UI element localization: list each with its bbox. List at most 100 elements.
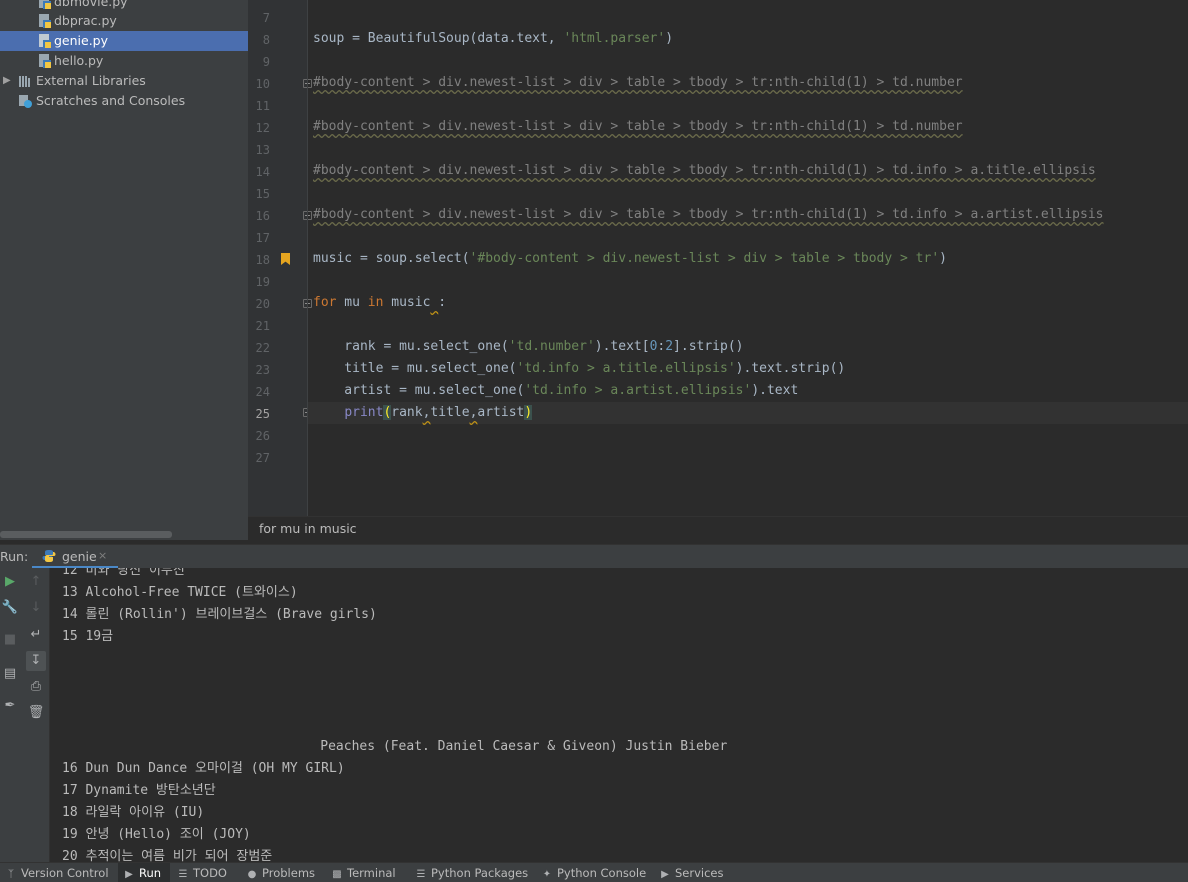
tab-label: Python Console	[557, 866, 647, 880]
tree-item-hello[interactable]: hello.py	[0, 51, 248, 71]
gutter-separator	[307, 0, 308, 516]
code-line-20[interactable]: for mu in music :	[313, 292, 446, 314]
code-token: )	[939, 251, 947, 266]
code-token: rank = mu.select_one(	[313, 339, 509, 354]
tree-item-label: dbprac.py	[54, 13, 117, 28]
code-token: music	[383, 295, 431, 310]
python-file-icon	[39, 0, 51, 9]
line-number: 18	[255, 253, 270, 267]
line-number: 14	[255, 165, 270, 179]
arrow-up-icon[interactable]: ↑	[26, 572, 46, 592]
python-file-icon	[39, 54, 51, 68]
tree-item-genie[interactable]: genie.py	[0, 31, 248, 51]
python-file-icon	[39, 34, 51, 48]
code-token: ).text[	[594, 339, 650, 354]
comment-token: #body-content > div.newest-list > div > …	[313, 207, 1104, 222]
code-line-12[interactable]: #body-content > div.newest-list > div > …	[313, 116, 963, 138]
print-icon[interactable]: ⎙	[26, 677, 46, 697]
code-line-18[interactable]: music = soup.select('#body-content > div…	[313, 248, 947, 270]
line-number: 10	[255, 77, 270, 91]
output-line: 12 비와 당신 이무진	[62, 568, 185, 578]
code-token: :	[438, 295, 447, 310]
line-number: 12	[255, 121, 270, 135]
layout-icon[interactable]: ▤	[0, 664, 20, 684]
rerun-icon[interactable]: ▶	[0, 572, 20, 592]
line-number: 26	[255, 429, 270, 443]
tab-services[interactable]: ▶ Services	[658, 863, 728, 882]
stop-icon[interactable]: ■	[0, 630, 20, 650]
code-line-16[interactable]: #body-content > div.newest-list > div > …	[313, 204, 1104, 226]
run-tab-genie[interactable]: genie ×	[32, 545, 118, 569]
tab-terminal[interactable]: ▩ Terminal	[330, 863, 406, 882]
horizontal-scrollbar[interactable]	[0, 531, 172, 538]
code-line-22[interactable]: rank = mu.select_one('td.number').text[0…	[313, 336, 744, 358]
tab-label: Version Control	[21, 866, 109, 880]
code-token: ].strip()	[673, 339, 744, 354]
line-number: 17	[255, 231, 270, 245]
code-line-25[interactable]: print(rank,title,artist)	[313, 402, 533, 424]
tree-item-label: External Libraries	[36, 73, 146, 88]
tab-label: Services	[675, 866, 724, 880]
trash-icon[interactable]: 🗑	[26, 703, 46, 723]
code-line-14[interactable]: #body-content > div.newest-list > div > …	[313, 160, 1096, 182]
services-icon: ▶	[661, 869, 669, 880]
line-number-gutter: 7 8 9 10 11 12 13 14 15 16 17 18 19 20 2…	[248, 0, 312, 516]
pin-icon[interactable]: ✒	[0, 696, 20, 716]
keyword-token: in	[367, 295, 384, 310]
output-line: 14 롤린 (Rollin') 브레이브걸스 (Brave girls)	[62, 607, 377, 622]
code-token: music = soup.select(	[313, 251, 470, 266]
tree-item-external-libraries[interactable]: ▶ External Libraries	[0, 71, 248, 91]
bookmark-icon[interactable]	[281, 253, 290, 265]
chevron-right-icon[interactable]: ▶	[3, 71, 11, 91]
code-line-8[interactable]: soup = BeautifulSoup(data.text, 'html.pa…	[313, 28, 673, 50]
tab-problems[interactable]: ● Problems	[245, 863, 321, 882]
line-number: 21	[255, 319, 270, 333]
line-number: 16	[255, 209, 270, 223]
line-number: 20	[255, 297, 270, 311]
output-line: 16 Dun Dun Dance 오마이걸 (OH MY GIRL)	[62, 761, 345, 776]
tree-item-label: genie.py	[54, 33, 109, 48]
code-line-23[interactable]: title = mu.select_one('td.info > a.title…	[313, 358, 845, 380]
code-token: artist	[477, 405, 525, 420]
comment-token: #body-content > div.newest-list > div > …	[313, 75, 963, 90]
soft-wrap-icon[interactable]: ↵	[26, 625, 46, 645]
line-number: 24	[255, 385, 270, 399]
arrow-down-icon[interactable]: ↓	[26, 598, 46, 618]
packages-icon: ☰	[416, 869, 426, 880]
builtin-token: print	[344, 405, 384, 420]
code-token: title	[430, 405, 470, 420]
close-icon[interactable]: ×	[98, 549, 107, 562]
string-token: 'td.info > a.artist.ellipsis'	[524, 383, 752, 398]
output-line: 15 19금	[62, 629, 114, 644]
terminal-icon: ▩	[332, 869, 342, 880]
tab-version-control[interactable]: ᛉ Version Control	[4, 863, 114, 882]
scroll-to-end-icon[interactable]: ↧	[26, 651, 46, 671]
output-line: 13 Alcohol-Free TWICE (트와이스)	[62, 585, 298, 600]
tool-window-bar: ᛉ Version Control ▶ Run ☰ TODO ● Problems ▩ T…	[0, 862, 1188, 882]
python-file-icon	[39, 14, 51, 28]
tab-label: Run	[139, 866, 162, 880]
wrench-icon[interactable]: 🔧	[0, 598, 20, 618]
tab-python-packages[interactable]: ☰ Python Packages	[414, 863, 530, 882]
breadcrumb[interactable]: for mu in music	[259, 521, 357, 536]
number-token: 2	[665, 339, 674, 354]
run-icon: ▶	[125, 869, 133, 880]
run-toolbar: ▶ ↑ 🔧 ↓ ■ ↵ ▤ ↧ ⎙ ✒ 🗑	[0, 568, 50, 862]
output-line: 19 안녕 (Hello) 조이 (JOY)	[62, 827, 251, 842]
line-number: 8	[262, 33, 270, 47]
tab-python-console[interactable]: ✦ Python Console	[540, 863, 652, 882]
tab-run[interactable]: ▶ Run	[118, 863, 170, 882]
code-line-10[interactable]: #body-content > div.newest-list > div > …	[313, 72, 963, 94]
comment-token: #body-content > div.newest-list > div > …	[313, 163, 1096, 178]
line-number-current: 25	[255, 407, 270, 421]
tab-todo[interactable]: ☰ TODO	[176, 863, 236, 882]
tab-label: Terminal	[347, 866, 396, 880]
tree-item-dbprac[interactable]: dbprac.py	[0, 11, 248, 31]
code-line-24[interactable]: artist = mu.select_one('td.info > a.arti…	[313, 380, 798, 402]
run-label: Run:	[0, 549, 29, 564]
code-editor[interactable]: 7 8 9 10 11 12 13 14 15 16 17 18 19 20 2…	[248, 0, 1188, 540]
tree-item-scratches[interactable]: Scratches and Consoles	[0, 91, 248, 111]
output-line: Peaches (Feat. Daniel Caesar & Giveon) J…	[62, 739, 728, 754]
line-number: 11	[255, 99, 270, 113]
console-output[interactable]: 12 비와 당신 이무진 13 Alcohol-Free TWICE (트와이스…	[50, 568, 1188, 862]
